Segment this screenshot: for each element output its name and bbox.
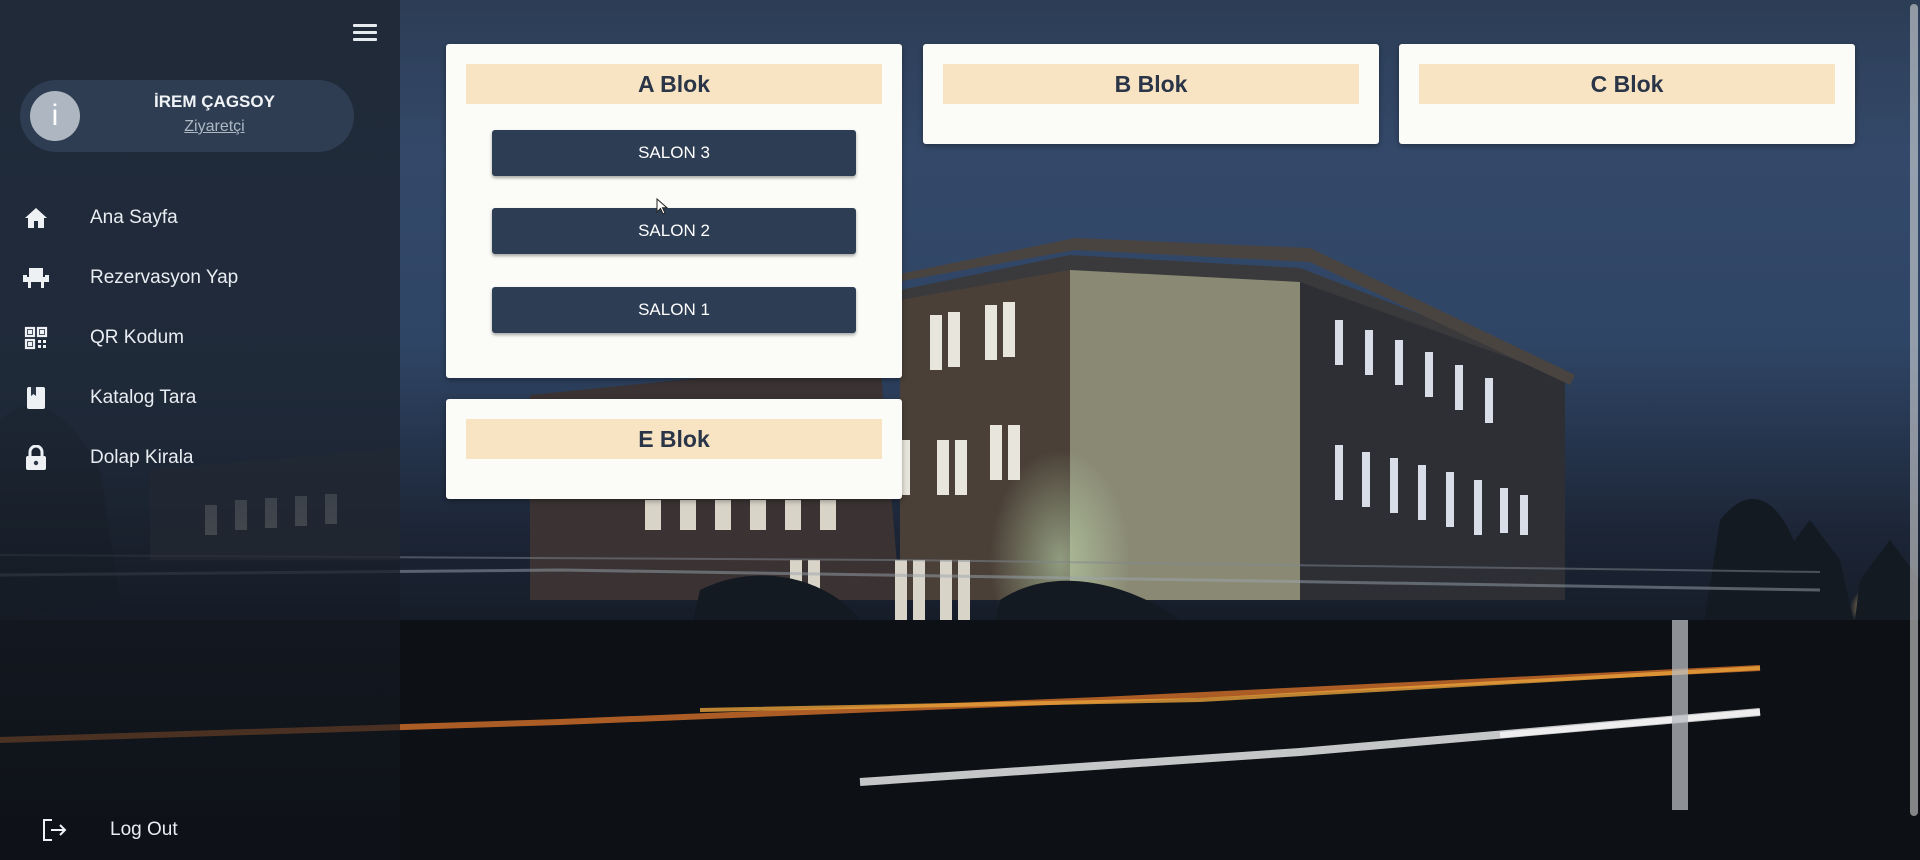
- qr-code-icon: [23, 325, 49, 351]
- sidebar-item-qr-kodum[interactable]: QR Kodum: [0, 308, 400, 368]
- sidebar-item-dolap-kirala[interactable]: Dolap Kirala: [0, 428, 400, 488]
- scrollbar-thumb[interactable]: [1910, 4, 1918, 816]
- block-card-a: A Blok SALON 3 SALON 2 SALON 1: [446, 44, 902, 378]
- sidebar-item-label: Rezervasyon Yap: [90, 267, 239, 288]
- block-title-e: E Blok: [466, 419, 882, 459]
- user-name: İREM ÇAGSOY: [154, 92, 275, 111]
- seat-icon: [23, 265, 49, 291]
- page-scrollbar[interactable]: [1906, 0, 1920, 820]
- sidebar: i İREM ÇAGSOY Ziyaretçi Ana Sayfa Rezerv…: [0, 0, 400, 860]
- sidebar-item-label: Katalog Tara: [90, 387, 197, 408]
- salon-2-button[interactable]: SALON 2: [492, 208, 856, 254]
- app-page: i İREM ÇAGSOY Ziyaretçi Ana Sayfa Rezerv…: [0, 0, 1920, 860]
- salon-1-button[interactable]: SALON 1: [492, 287, 856, 333]
- logout-icon: [42, 817, 68, 843]
- sidebar-item-katalog-tara[interactable]: Katalog Tara: [0, 368, 400, 428]
- logout-label: Log Out: [110, 819, 178, 840]
- logout-button[interactable]: Log Out: [0, 812, 400, 848]
- user-profile-card: i İREM ÇAGSOY Ziyaretçi: [20, 80, 354, 152]
- avatar: i: [30, 91, 80, 141]
- block-card-b[interactable]: B Blok: [923, 44, 1379, 144]
- book-icon: [23, 385, 49, 411]
- block-title-b: B Blok: [943, 64, 1359, 104]
- sidebar-item-label: QR Kodum: [90, 327, 184, 348]
- sidebar-item-label: Ana Sayfa: [90, 207, 178, 228]
- user-role-link[interactable]: Ziyaretçi: [102, 118, 327, 136]
- home-icon: [23, 205, 49, 231]
- mouse-cursor-icon: [656, 198, 669, 215]
- lock-icon: [23, 445, 49, 471]
- block-title-a: A Blok: [466, 64, 882, 104]
- sidebar-nav: Ana Sayfa Rezervasyon Yap QR Kodum Katal…: [0, 188, 400, 488]
- sidebar-item-rezervasyon-yap[interactable]: Rezervasyon Yap: [0, 248, 400, 308]
- sidebar-item-ana-sayfa[interactable]: Ana Sayfa: [0, 188, 400, 248]
- hamburger-menu-icon[interactable]: [353, 24, 377, 44]
- block-card-e[interactable]: E Blok: [446, 399, 902, 499]
- block-card-c[interactable]: C Blok: [1399, 44, 1855, 144]
- sidebar-item-label: Dolap Kirala: [90, 447, 194, 468]
- block-title-c: C Blok: [1419, 64, 1835, 104]
- salon-3-button[interactable]: SALON 3: [492, 130, 856, 176]
